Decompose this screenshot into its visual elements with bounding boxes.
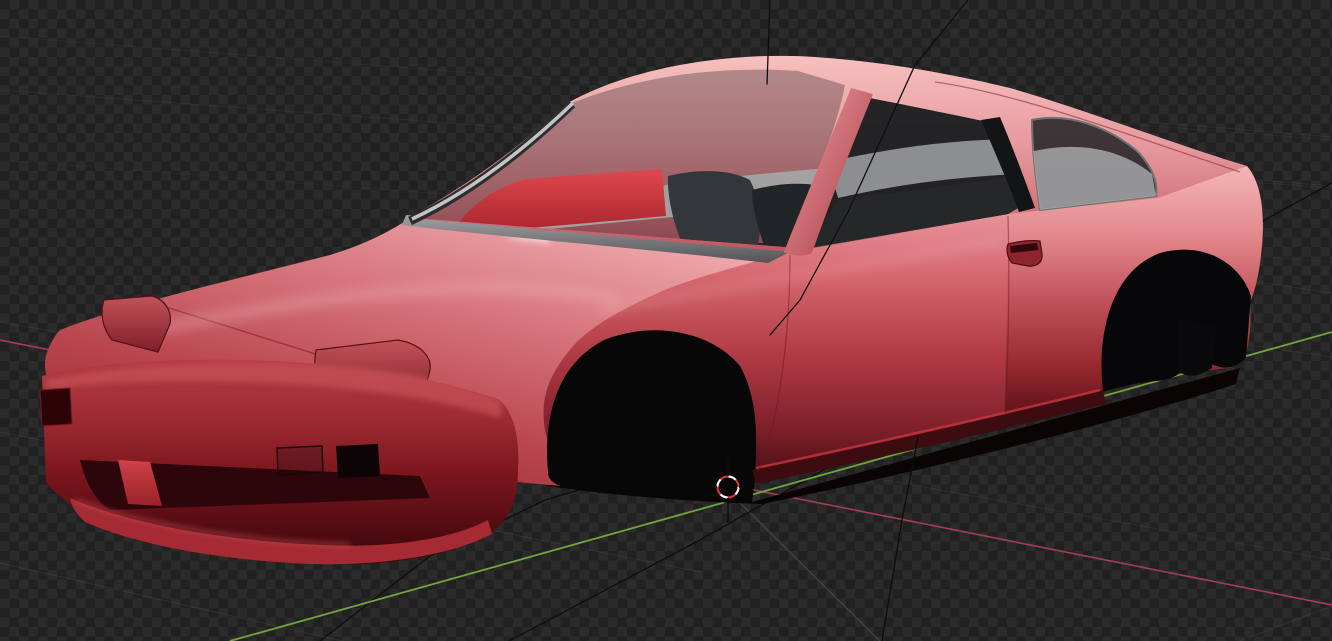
bumper-side-marker-hole bbox=[39, 387, 73, 427]
rear-arch-flap bbox=[1178, 318, 1216, 376]
viewport-canvas[interactable] bbox=[0, 0, 1332, 641]
bumper-vent-hole-dark bbox=[336, 444, 380, 478]
car-model[interactable] bbox=[39, 55, 1263, 565]
bumper-vent-hole-open bbox=[276, 445, 324, 476]
scene-svg bbox=[0, 0, 1332, 641]
